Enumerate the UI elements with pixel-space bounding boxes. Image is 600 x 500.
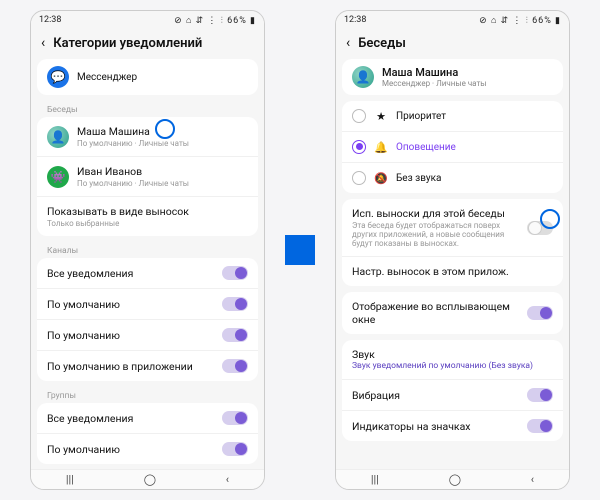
- section-channels: Каналы: [37, 242, 258, 258]
- page-title: Беседы: [358, 36, 406, 51]
- row-sub: Только выбранные: [47, 219, 248, 228]
- mute-icon: 🔕: [374, 172, 388, 185]
- row-title: Все уведомления: [47, 412, 214, 425]
- contact-name: Маша Машина: [382, 66, 487, 79]
- bubble-mode-row[interactable]: Показывать в виде выносок Только выбранн…: [37, 196, 258, 236]
- home-icon[interactable]: ◯: [144, 473, 156, 486]
- sound-row[interactable]: Звук Звук уведомлений по умолчанию (Без …: [342, 340, 563, 379]
- bell-icon: 🔔: [374, 141, 388, 154]
- back-nav-icon[interactable]: ‹: [531, 473, 534, 486]
- page-title: Категории уведомлений: [53, 36, 202, 51]
- toggle-switch[interactable]: [222, 266, 248, 280]
- badge-row[interactable]: Индикаторы на значках: [342, 410, 563, 441]
- status-bar: 12:38 ⊘ ⌂ ⇵ ⋮ ⫶ 66% ▮: [336, 11, 569, 29]
- phone-right: 12:38 ⊘ ⌂ ⇵ ⋮ ⫶ 66% ▮ ‹ Беседы 👤 Маша Ма…: [335, 10, 570, 490]
- star-icon: ★: [374, 110, 388, 123]
- back-icon[interactable]: ‹: [346, 35, 350, 51]
- radio-icon[interactable]: [352, 140, 366, 154]
- contact-sub: По умолчанию · Личные чаты: [77, 179, 248, 188]
- app-row[interactable]: 💬 Мессенджер: [37, 59, 258, 95]
- popup-row[interactable]: Отображение во всплывающем окне: [342, 292, 563, 334]
- silent-option[interactable]: 🔕 Без звука: [342, 162, 563, 193]
- row-sub: Эта беседа будет отображаться поверх дру…: [352, 221, 519, 248]
- back-nav-icon[interactable]: ‹: [226, 473, 229, 486]
- alert-option[interactable]: 🔔 Оповещение: [342, 131, 563, 162]
- recent-icon[interactable]: |||: [66, 473, 74, 486]
- android-navbar: ||| ◯ ‹: [31, 469, 264, 489]
- section-groups: Группы: [37, 387, 258, 403]
- contact-sub: По умолчанию · Личные чаты: [77, 139, 248, 148]
- status-bar: 12:38 ⊘ ⌂ ⇵ ⋮ ⫶ 66% ▮: [31, 11, 264, 29]
- toggle-switch[interactable]: [222, 411, 248, 425]
- row-title: По умолчанию: [47, 443, 214, 456]
- arrow-connector: [285, 235, 315, 265]
- toggle-switch[interactable]: [527, 221, 553, 235]
- option-label: Оповещение: [396, 142, 456, 153]
- section-conversations: Беседы: [37, 101, 258, 117]
- toggle-switch[interactable]: [222, 328, 248, 342]
- status-time: 12:38: [344, 15, 366, 25]
- contact-name: Иван Иванов: [77, 165, 248, 178]
- row-sub: Звук уведомлений по умолчанию (Без звука…: [352, 361, 553, 371]
- bubble-settings-link[interactable]: Настр. выносок в этом прилож.: [342, 256, 563, 286]
- row-title: Вибрация: [352, 389, 519, 402]
- app-name: Мессенджер: [77, 72, 137, 83]
- channel-row[interactable]: По умолчанию: [37, 288, 258, 319]
- vibration-row[interactable]: Вибрация: [342, 379, 563, 410]
- toggle-switch[interactable]: [527, 306, 553, 320]
- contact-header[interactable]: 👤 Маша Машина Мессенджер · Личные чаты: [342, 59, 563, 95]
- row-title: Все уведомления: [47, 267, 214, 280]
- avatar-icon: 👾: [47, 166, 69, 188]
- group-row[interactable]: По умолчанию: [37, 433, 258, 464]
- home-icon[interactable]: ◯: [449, 473, 461, 486]
- status-icons: ⊘ ⌂ ⇵ ⋮ ⫶ 66% ▮: [479, 15, 561, 26]
- row-title: По умолчанию: [47, 298, 214, 311]
- toggle-switch[interactable]: [222, 442, 248, 456]
- bubble-toggle-row[interactable]: Исп. выноски для этой беседы Эта беседа …: [342, 199, 563, 256]
- back-icon[interactable]: ‹: [41, 35, 45, 51]
- channel-row[interactable]: По умолчанию в приложении: [37, 350, 258, 381]
- header: ‹ Беседы: [336, 29, 569, 59]
- toggle-switch[interactable]: [527, 388, 553, 402]
- priority-option[interactable]: ★ Приоритет: [342, 101, 563, 131]
- contact-sub: Мессенджер · Личные чаты: [382, 79, 487, 88]
- option-label: Приоритет: [396, 111, 446, 122]
- row-title: По умолчанию: [47, 329, 214, 342]
- row-title: Звук: [352, 348, 553, 361]
- status-time: 12:38: [39, 15, 61, 25]
- radio-icon[interactable]: [352, 109, 366, 123]
- group-row[interactable]: Все уведомления: [37, 403, 258, 433]
- row-title: По умолчанию в приложении: [47, 360, 214, 373]
- android-navbar: ||| ◯ ‹: [336, 469, 569, 489]
- row-title: Показывать в виде выносок: [47, 205, 248, 218]
- row-title: Настр. выносок в этом прилож.: [352, 265, 553, 278]
- channel-row[interactable]: Все уведомления: [37, 258, 258, 288]
- option-label: Без звука: [396, 173, 441, 184]
- toggle-switch[interactable]: [222, 359, 248, 373]
- recent-icon[interactable]: |||: [371, 473, 379, 486]
- contact-name: Маша Машина: [77, 125, 248, 138]
- conversation-row[interactable]: 👾 Иван Иванов По умолчанию · Личные чаты: [37, 156, 258, 196]
- conversation-row[interactable]: 👤 Маша Машина По умолчанию · Личные чаты: [37, 117, 258, 156]
- status-icons: ⊘ ⌂ ⇵ ⋮ ⫶ 66% ▮: [174, 15, 256, 26]
- row-title: Индикаторы на значках: [352, 420, 519, 433]
- row-title: Отображение во всплывающем окне: [352, 300, 519, 326]
- messenger-icon: 💬: [47, 66, 69, 88]
- avatar-icon: 👤: [352, 66, 374, 88]
- phone-left: 12:38 ⊘ ⌂ ⇵ ⋮ ⫶ 66% ▮ ‹ Категории уведом…: [30, 10, 265, 490]
- channel-row[interactable]: По умолчанию: [37, 319, 258, 350]
- toggle-switch[interactable]: [222, 297, 248, 311]
- avatar-icon: 👤: [47, 126, 69, 148]
- row-title: Исп. выноски для этой беседы: [352, 207, 519, 220]
- header: ‹ Категории уведомлений: [31, 29, 264, 59]
- radio-icon[interactable]: [352, 171, 366, 185]
- toggle-switch[interactable]: [527, 419, 553, 433]
